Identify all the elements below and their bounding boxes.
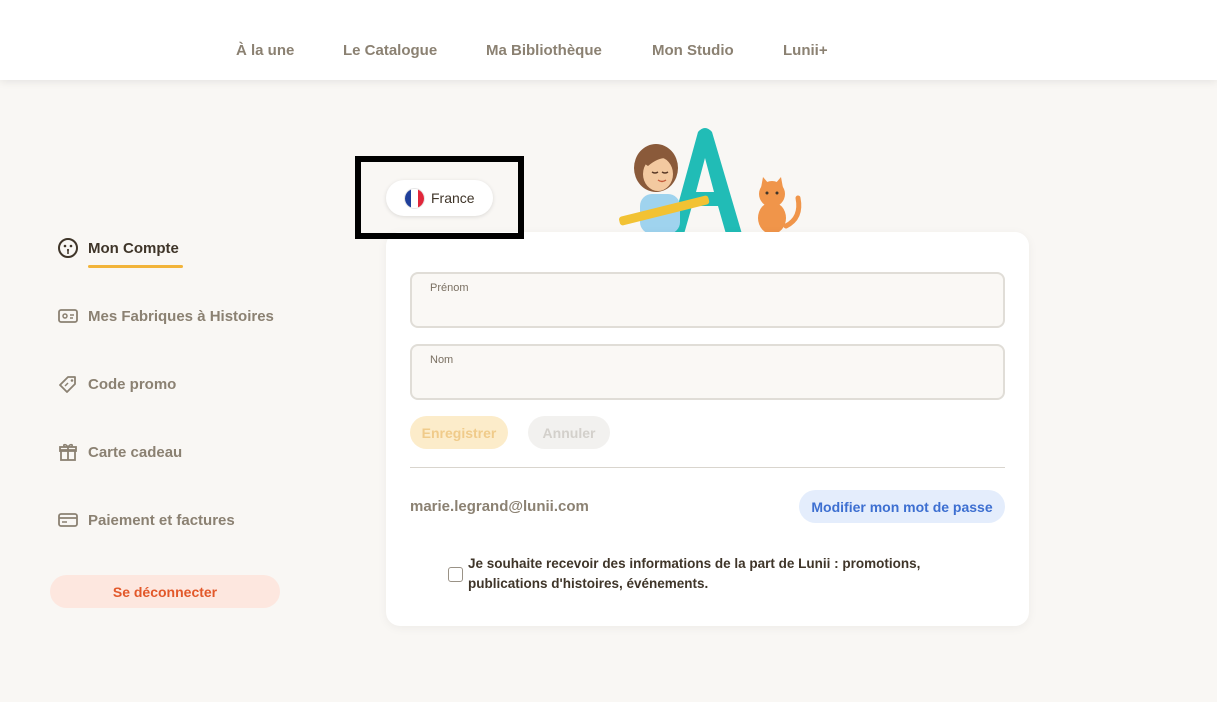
cancel-button[interactable]: Annuler [528, 416, 610, 449]
sidebar-item-code-promo[interactable]: Code promo [56, 368, 176, 400]
device-icon [56, 304, 80, 328]
last-name-field[interactable]: Nom [410, 344, 1005, 400]
save-button[interactable]: Enregistrer [410, 416, 508, 449]
account-card: Prénom Nom Enregistrer Annuler marie.leg… [386, 232, 1029, 626]
sidebar-item-carte-cadeau[interactable]: Carte cadeau [56, 436, 182, 468]
sidebar-item-label: Code promo [88, 375, 177, 393]
sidebar-item-label: Mes Fabriques à Histoires [88, 307, 274, 325]
tag-icon [56, 372, 80, 396]
nav-item-catalogue[interactable]: Le Catalogue [343, 42, 437, 59]
sidebar-item-label: Paiement et factures [88, 511, 235, 529]
top-navigation: À la une Le Catalogue Ma Bibliothèque Mo… [0, 0, 1217, 80]
highlight-box [355, 156, 524, 239]
nav-item-studio[interactable]: Mon Studio [652, 42, 734, 59]
sidebar-item-mon-compte[interactable]: Mon Compte [56, 232, 179, 264]
newsletter-checkbox[interactable] [448, 567, 463, 582]
last-name-label: Nom [430, 354, 454, 366]
header-illustration [612, 122, 812, 234]
sidebar-item-fabriques[interactable]: Mes Fabriques à Histoires [56, 300, 274, 332]
logout-button[interactable]: Se déconnecter [50, 575, 280, 608]
first-name-input[interactable] [430, 298, 985, 322]
nav-item-a-la-une[interactable]: À la une [236, 42, 294, 59]
sidebar-item-label: Carte cadeau [88, 443, 183, 461]
last-name-input[interactable] [430, 370, 985, 394]
newsletter-consent-text: Je souhaite recevoir des informations de… [468, 556, 921, 591]
gift-icon [56, 440, 80, 464]
face-icon [56, 236, 80, 260]
first-name-field[interactable]: Prénom [410, 272, 1005, 328]
card-icon [56, 508, 80, 532]
sidebar-item-label: Mon Compte [88, 239, 179, 257]
divider [410, 467, 1005, 468]
nav-item-lunii-plus[interactable]: Lunii+ [783, 42, 828, 59]
first-name-label: Prénom [430, 282, 469, 294]
active-indicator [88, 265, 183, 268]
account-email: marie.legrand@lunii.com [410, 498, 589, 515]
nav-item-bibliotheque[interactable]: Ma Bibliothèque [486, 42, 602, 59]
change-password-button[interactable]: Modifier mon mot de passe [799, 490, 1005, 523]
sidebar-item-paiement[interactable]: Paiement et factures [56, 504, 235, 536]
